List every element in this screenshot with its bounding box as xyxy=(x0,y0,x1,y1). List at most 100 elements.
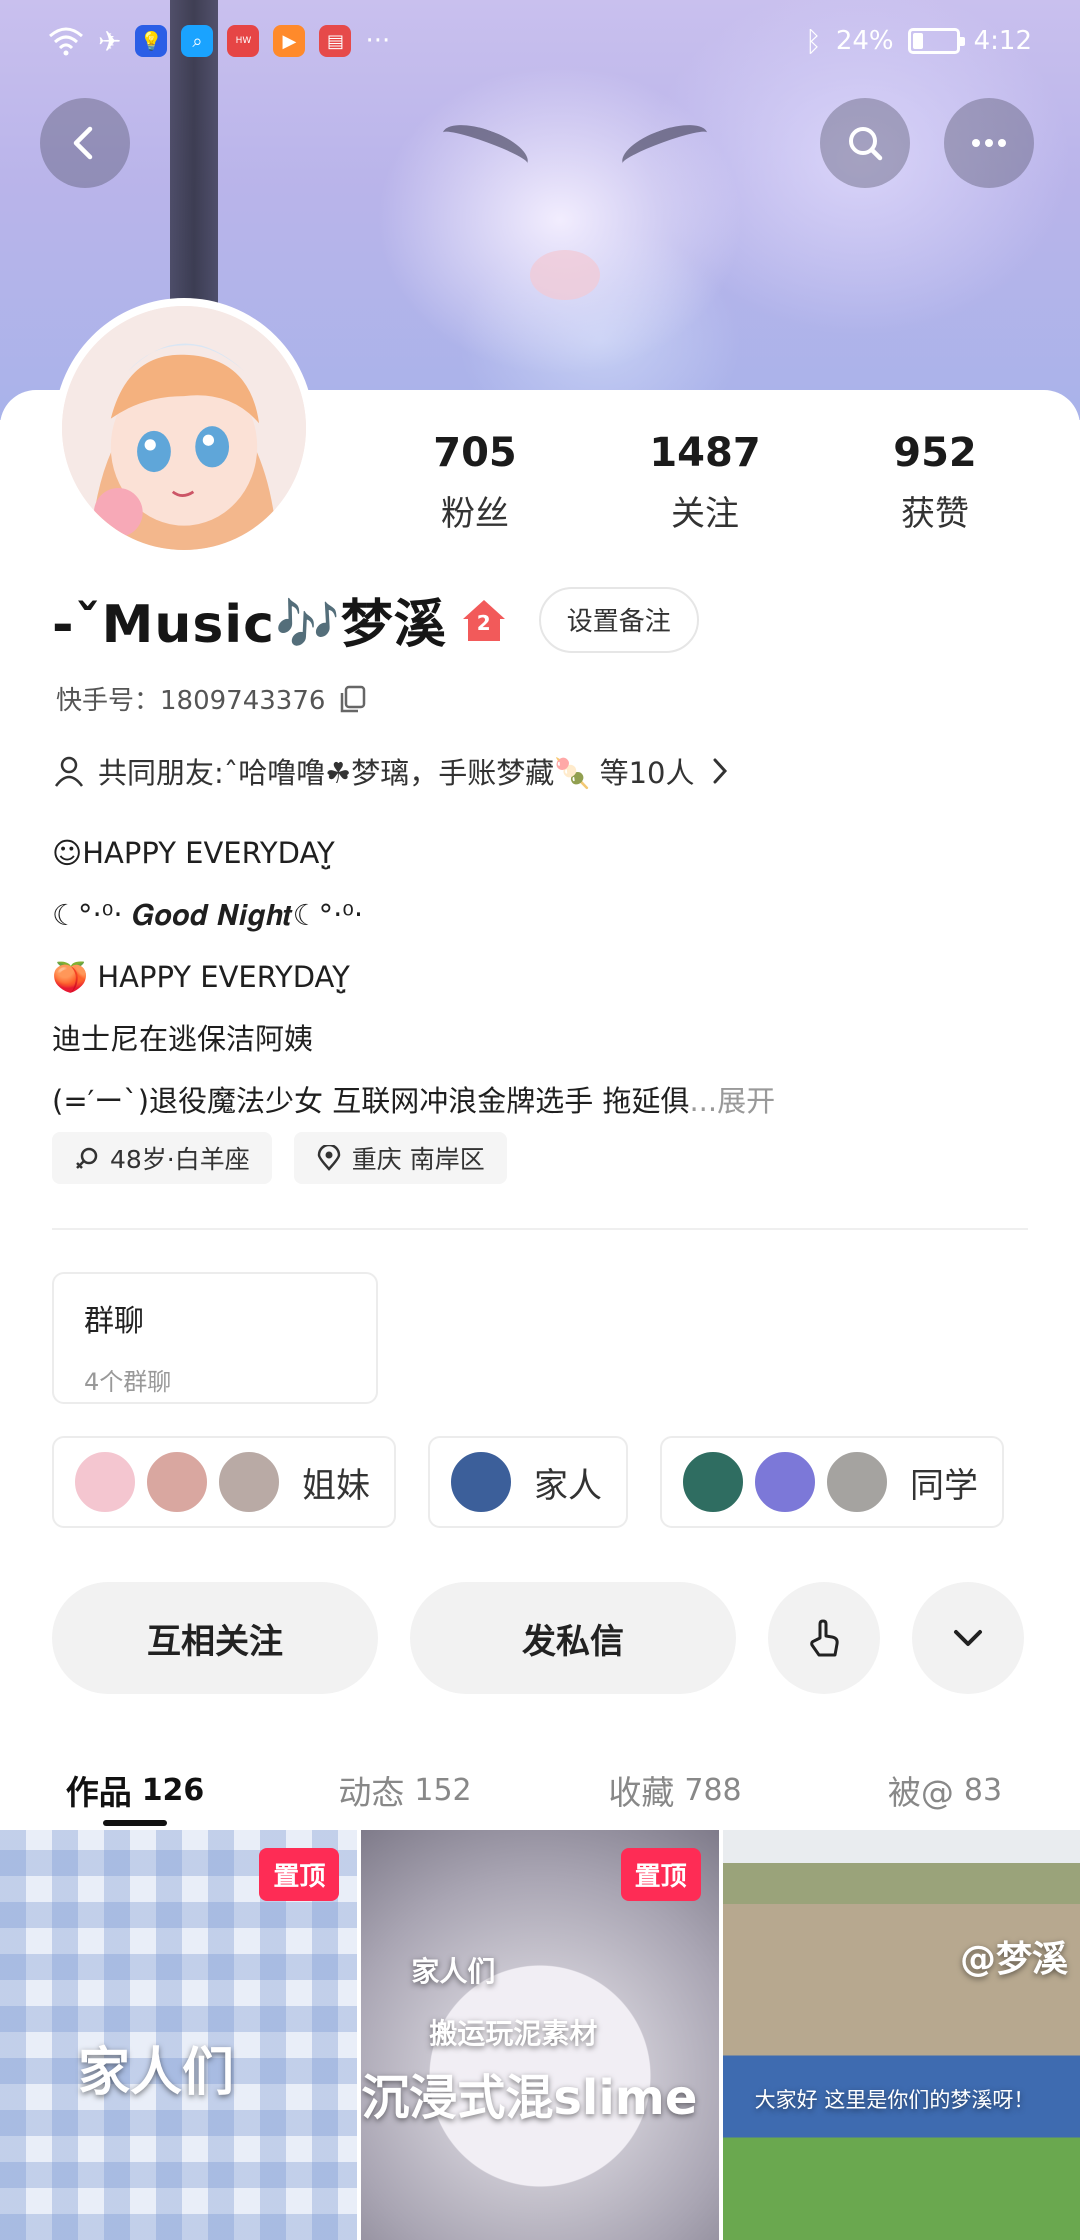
group-chat-subtitle: 4个群聊 xyxy=(84,1368,172,1396)
tab-count: 126 xyxy=(141,1772,205,1808)
bio-line: ☺HAPPY EVERYDAY̤̮ xyxy=(52,836,335,870)
video-thumbnail[interactable]: @梦溪 大家好 这里是你们的梦溪呀！ xyxy=(722,1830,1080,2240)
chevron-down-icon xyxy=(954,1630,982,1646)
chevron-left-icon xyxy=(73,126,93,160)
location-pin-icon xyxy=(317,1145,341,1171)
set-remark-button[interactable]: 设置备注 xyxy=(538,586,699,653)
mutual-follow-button[interactable]: 互相关注 xyxy=(52,1582,378,1694)
back-button[interactable] xyxy=(40,98,130,188)
friend-group-label: 同学 xyxy=(910,1465,978,1506)
friend-group-family[interactable]: 家人 xyxy=(428,1436,628,1528)
home-badge[interactable]: 2 xyxy=(459,595,509,645)
tab-count: 152 xyxy=(414,1772,472,1808)
stat-followers[interactable]: 705 粉丝 xyxy=(360,430,590,535)
person-icon xyxy=(54,756,84,787)
video-caption: 大家好 这里是你们的梦溪呀！ xyxy=(754,2088,1035,2112)
friend-avatar xyxy=(824,1449,890,1515)
send-message-button[interactable]: 发私信 xyxy=(410,1582,736,1694)
video-grid: 置顶 家人们 置顶 家人们 搬运玩泥素材 沉浸式混slime @梦溪 大家好 这… xyxy=(0,1830,1080,2240)
bio-line: 🍑 HAPPY EVERYDAY̤̮ xyxy=(52,960,350,994)
stat-following[interactable]: 1487 关注 xyxy=(590,430,820,535)
gender-icon xyxy=(76,1147,98,1169)
search-icon xyxy=(849,127,883,161)
video-app-icon: ▶ xyxy=(273,25,306,57)
profile-tags: 48岁·白羊座 重庆 南岸区 xyxy=(52,1132,507,1184)
pinned-badge: 置顶 xyxy=(620,1848,701,1901)
bio-line: 迪士尼在逃保洁阿姨 xyxy=(52,1022,314,1056)
tab-mentioned[interactable]: 被@ 83 xyxy=(810,1750,1080,1830)
banner-decoration xyxy=(616,115,714,181)
tab-label: 动态 xyxy=(338,1773,405,1812)
stat-likes[interactable]: 952 获赞 xyxy=(820,430,1050,535)
tab-works[interactable]: 作品 126 xyxy=(0,1750,270,1830)
airplane-icon: ✈ xyxy=(98,24,122,58)
bluetooth-icon: ᛒ xyxy=(805,24,822,58)
friend-avatar xyxy=(752,1449,818,1515)
stat-label: 关注 xyxy=(671,494,739,534)
bio-line: ☾°‧⁰‧ 𝑮𝒐𝒐𝒅 𝑵𝒊𝒈𝒉𝒕☾°‧⁰‧ xyxy=(52,898,364,932)
stat-value: 952 xyxy=(893,430,977,476)
mutual-friends-text: 共同朋友:ˆ哈噜噜☘梦璃，手账梦藏🍡 等10人 xyxy=(98,756,695,790)
bio-text: (=′ー`)退役魔法少女 互联网冲浪金牌选手 拖延俱 xyxy=(52,1084,690,1118)
more-notifications-icon: ··· xyxy=(365,26,391,56)
friend-group-label: 家人 xyxy=(534,1465,602,1506)
friend-group-classmates[interactable]: 同学 xyxy=(660,1436,1004,1528)
book-app-icon: ▤ xyxy=(319,25,352,57)
banner-decoration xyxy=(530,250,600,300)
friend-avatar xyxy=(72,1449,138,1515)
pinned-badge: 置顶 xyxy=(259,1848,340,1901)
kuaishou-id-row: 快手号：1809743376 xyxy=(56,680,367,717)
more-button[interactable] xyxy=(944,98,1034,188)
stat-label: 获赞 xyxy=(901,494,969,534)
friend-groups: 姐妹 家人 同学 xyxy=(52,1436,1004,1528)
tab-label: 收藏 xyxy=(608,1773,675,1812)
bio-line: (=′ー`)退役魔法少女 互联网冲浪金牌选手 拖延俱...展开 xyxy=(52,1070,1032,1132)
profile-stats: 705 粉丝 1487 关注 952 获赞 xyxy=(360,430,1050,535)
tab-label: 被@ xyxy=(887,1773,954,1812)
mutual-friends-row[interactable]: 共同朋友:ˆ哈噜噜☘梦璃，手账梦藏🍡 等10人 xyxy=(52,750,743,792)
friend-group-sisters[interactable]: 姐妹 xyxy=(52,1436,396,1528)
search-button[interactable] xyxy=(820,98,910,188)
age-zodiac-chip: 48岁·白羊座 xyxy=(52,1132,272,1184)
tab-favorites[interactable]: 收藏 788 xyxy=(540,1750,810,1830)
chip-text: 重庆 南岸区 xyxy=(351,1145,485,1174)
video-thumbnail[interactable]: 置顶 家人们 搬运玩泥素材 沉浸式混slime xyxy=(361,1830,719,2240)
chip-text: 48岁·白羊座 xyxy=(110,1145,250,1174)
battery-icon xyxy=(907,28,965,54)
group-chat-card[interactable]: 群聊 4个群聊 xyxy=(52,1272,378,1404)
name-row: -ˇMusic🎶梦溪 2 设置备注 xyxy=(52,582,699,657)
battery-percent: 24% xyxy=(835,26,894,56)
expand-bio-link[interactable]: ...展开 xyxy=(689,1084,775,1118)
location-chip: 重庆 南岸区 xyxy=(293,1132,507,1184)
poke-button[interactable] xyxy=(768,1582,880,1694)
friend-avatar xyxy=(680,1449,746,1515)
tab-count: 788 xyxy=(684,1772,742,1808)
stat-value: 1487 xyxy=(649,430,761,476)
video-caption-tag: 搬运玩泥素材 xyxy=(429,2017,598,2050)
clock: 4:12 xyxy=(973,26,1032,56)
stat-value: 705 xyxy=(433,430,517,476)
tab-label: 作品 xyxy=(65,1773,132,1812)
search-app-icon: ⌕ xyxy=(181,25,214,57)
content-tabs: 作品 126 动态 152 收藏 788 被@ 83 xyxy=(0,1750,1080,1830)
app-notification-icon: 💡 xyxy=(135,25,168,57)
copy-icon[interactable] xyxy=(337,684,367,714)
stat-label: 粉丝 xyxy=(441,494,509,534)
friend-avatar xyxy=(448,1449,514,1515)
home-badge-count: 2 xyxy=(476,610,491,635)
banner-decoration xyxy=(436,115,534,181)
tab-moments[interactable]: 动态 152 xyxy=(270,1750,540,1830)
video-caption: 沉浸式混slime xyxy=(361,2070,698,2126)
profile-actions: 互相关注 发私信 xyxy=(52,1582,1024,1694)
expand-recommend-button[interactable] xyxy=(912,1582,1024,1694)
divider xyxy=(52,1228,1028,1230)
video-thumbnail[interactable]: 置顶 家人们 xyxy=(0,1830,358,2240)
avatar[interactable] xyxy=(54,298,314,558)
status-bar: ✈ 💡 ⌕ HW ▶ ▤ ··· ᛒ 24% 4:12 xyxy=(0,0,1080,82)
wifi-icon xyxy=(49,27,83,56)
friend-group-label: 姐妹 xyxy=(302,1465,370,1506)
chevron-right-icon xyxy=(713,758,727,784)
profile-name: -ˇMusic🎶梦溪 xyxy=(52,595,447,655)
tab-count: 83 xyxy=(963,1772,1003,1808)
huawei-app-icon: HW xyxy=(227,25,260,57)
